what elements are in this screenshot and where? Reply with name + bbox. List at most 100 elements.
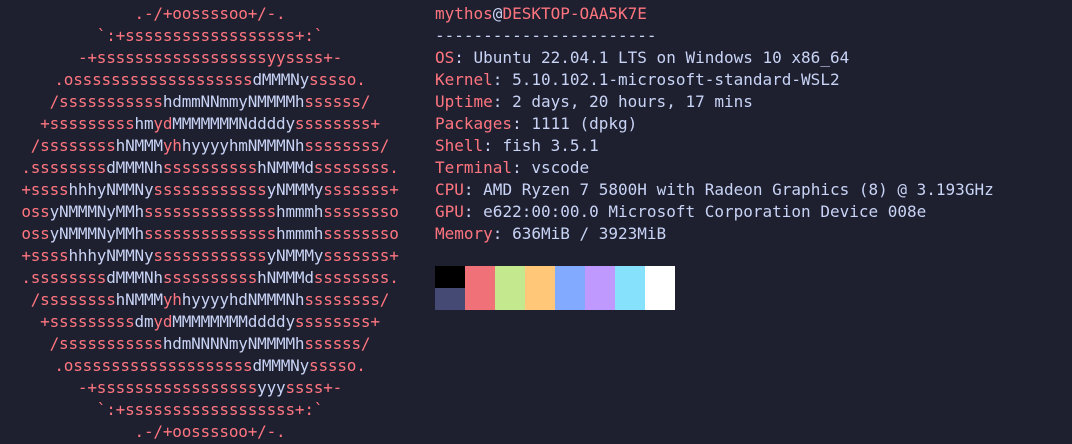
ascii-logo-line: ossyNMMMNyMMhsssssssssssssshmmmhssssssso <box>0 201 420 223</box>
ascii-segment: +sssssssss <box>40 312 135 331</box>
ascii-segment: dMMMNy <box>252 356 310 375</box>
info-memory: Memory: 636MiB / 3923MiB <box>435 224 667 243</box>
ascii-segment: .osssssssssssssssssss <box>54 356 253 375</box>
ascii-segment: oss <box>21 224 50 243</box>
color-swatch <box>465 288 495 310</box>
ascii-segment: -+ssssssssssssssssssyyssss+- <box>77 48 343 67</box>
ascii-segment: sssso. <box>309 70 366 89</box>
ascii-logo-line: +sssssssssdmydMMMMMMMMddddyssssssss+ <box>0 311 420 333</box>
ascii-logo-line: -+sssssssssssssssssyyyssss+- <box>0 377 420 399</box>
ascii-logo-line: .osssssssssssssssssssdMMMNysssso. <box>0 69 420 91</box>
color-swatch <box>585 288 615 310</box>
color-swatch <box>435 266 465 288</box>
info-os: OS: Ubuntu 22.04.1 LTS on Windows 10 x86… <box>435 48 850 67</box>
ascii-segment: hhhyNMMNy <box>68 246 154 265</box>
ascii-segment: hmmmh <box>276 224 324 243</box>
ubuntu-ascii-logo: .-/+oossssoo+/-. `:+ssssssssssssssssss+:`… <box>0 3 420 443</box>
info-key: Terminal <box>435 158 513 177</box>
ascii-segment: yNMMMy <box>266 246 324 265</box>
ascii-segment: hdmmNNmmyNMMMMh <box>162 92 305 111</box>
color-swatch <box>495 288 525 310</box>
user-host-line: mythos@DESKTOP-OAA5K7E <box>435 3 1055 25</box>
ascii-segment: sssso. <box>309 356 366 375</box>
info-value: 2 days, 20 hours, 17 mins <box>512 92 753 111</box>
terminal-window[interactable]: .-/+oossssoo+/-. `:+ssssssssssssssssss+:`… <box>0 0 1072 444</box>
ascii-segment: yh <box>162 290 182 309</box>
ascii-segment: dMMMNy <box>252 70 310 89</box>
info-value: 636MiB / 3923MiB <box>512 224 667 243</box>
ascii-segment: ssssssss. <box>313 158 399 177</box>
ascii-segment: /sssssssssss <box>49 92 163 111</box>
ascii-segment: ssssssss+ <box>294 312 380 331</box>
ascii-logo-line: -+ssssssssssssssssssyyssss+- <box>0 47 420 69</box>
info-key: Uptime <box>435 92 493 111</box>
ascii-segment: ssss+- <box>285 378 343 397</box>
color-swatch <box>525 266 555 288</box>
ascii-logo-line: ossyNMMMNyMMhsssssssssssssshmmmhssssssso <box>0 223 420 245</box>
ascii-segment: MMMMMMMNddddy <box>172 114 295 133</box>
info-value: fish 3.5.1 <box>502 136 599 155</box>
info-terminal: Terminal: vscode <box>435 158 590 177</box>
ascii-logo-line: /ssssssssssshdmmNNmmyNMMMMhssssss/ <box>0 91 420 113</box>
ascii-segment: sssssss+ <box>323 246 399 265</box>
color-swatch <box>585 266 615 288</box>
ascii-segment: yNMMMNyMMh <box>49 224 145 243</box>
ascii-segment: /ssssssss <box>30 136 116 155</box>
ascii-segment: ssssss/ <box>304 92 371 111</box>
ascii-segment: .osssssssssssssssssss <box>54 70 253 89</box>
ascii-segment: ssssssss+ <box>294 114 380 133</box>
ascii-segment: hm <box>134 114 154 133</box>
color-swatch <box>645 266 675 288</box>
color-swatch <box>435 288 465 310</box>
color-swatch <box>615 266 645 288</box>
info-value: 1111 (dpkg) <box>531 114 638 133</box>
color-swatch <box>555 288 585 310</box>
username: mythos <box>435 4 493 23</box>
ascii-logo-line: /sssssssshNMMMyhhyyyyhmNMMMNhssssssss/ <box>0 135 420 157</box>
info-cpu: CPU: AMD Ryzen 7 5800H with Radeon Graph… <box>435 180 994 199</box>
ascii-segment: +sssssssss <box>40 114 135 133</box>
info-value: Ubuntu 22.04.1 LTS on Windows 10 x86_64 <box>473 48 850 67</box>
at-sign: @ <box>492 4 503 23</box>
ascii-segment: .ssssssss <box>21 268 107 287</box>
info-uptime: Uptime: 2 days, 20 hours, 17 mins <box>435 92 753 111</box>
ascii-logo-line: +ssssssssshmydMMMMMMMNddddyssssssss+ <box>0 113 420 135</box>
color-palette <box>435 266 675 310</box>
ascii-logo-line: /ssssssssssshdmNNNNmyNMMMMhssssss/ <box>0 333 420 355</box>
ascii-segment: hhhyNMMNy <box>68 180 154 199</box>
ascii-segment: hNMMM <box>115 136 163 155</box>
ascii-segment: hyyyyhdNMMMNh <box>181 290 305 309</box>
ascii-logo-line: `:+ssssssssssssssssss+:` <box>0 399 420 421</box>
ascii-segment: yd <box>153 312 173 331</box>
palette-row-normal <box>435 266 675 288</box>
ascii-segment: hNMMMd <box>257 158 314 177</box>
ascii-segment: MMMMMMMMddddy <box>172 312 295 331</box>
ascii-segment: `:+ssssssssssssssssss+:` <box>96 400 324 419</box>
ascii-segment: ssssssso <box>323 202 399 221</box>
ascii-segment: ssssssssssss <box>153 180 267 199</box>
info-value: 5.10.102.1-microsoft-standard-WSL2 <box>512 70 840 89</box>
info-value: vscode <box>531 158 590 177</box>
info-value: e622:00:00.0 Microsoft Corporation Devic… <box>483 202 927 221</box>
color-swatch <box>555 266 585 288</box>
color-swatch <box>645 288 675 310</box>
ascii-segment: ssssssssss <box>162 268 258 287</box>
ascii-segment: ssssssssssssss <box>143 202 277 221</box>
ascii-logo-line: +sssshhhyNMMNyssssssssssssyNMMMysssssss+ <box>0 245 420 267</box>
ascii-segment: ssssssssssss <box>153 246 267 265</box>
ascii-segment: sssssss+ <box>323 180 399 199</box>
ascii-segment: ssssssso <box>323 224 399 243</box>
ascii-segment: ssssssssssssss <box>143 224 277 243</box>
info-key: Kernel <box>435 70 493 89</box>
ascii-segment: yyy <box>257 378 286 397</box>
info-gpu: GPU: e622:00:00.0 Microsoft Corporation … <box>435 202 927 221</box>
ascii-segment: ssssssssss <box>162 158 258 177</box>
info-key: Memory <box>435 224 493 243</box>
ascii-segment: ssssssss/ <box>304 136 390 155</box>
ascii-logo-line: .ssssssssdMMMNhsssssssssshNMMMdssssssss. <box>0 267 420 289</box>
info-key: Shell <box>435 136 484 155</box>
hostname: DESKTOP-OAA5K7E <box>502 4 647 23</box>
palette-row-bright <box>435 288 675 310</box>
ascii-segment: dMMMNh <box>106 268 163 287</box>
ascii-segment: `:+ssssssssssssssssss+:` <box>96 26 324 45</box>
